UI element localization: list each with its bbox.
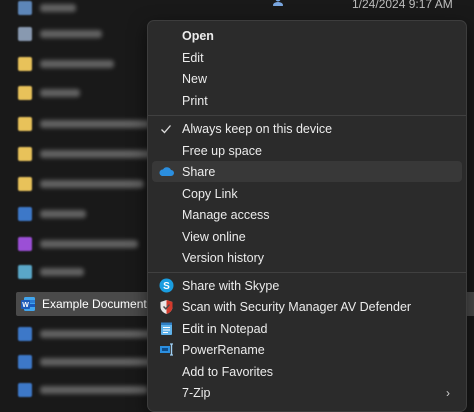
svg-text:S: S bbox=[163, 281, 170, 292]
file-icon bbox=[18, 237, 32, 251]
folder-icon bbox=[18, 86, 32, 100]
menu-item-label: Scan with Security Manager AV Defender bbox=[182, 299, 412, 314]
blurred-file-name bbox=[40, 60, 114, 68]
menu-item-powerrename[interactable]: PowerRename bbox=[152, 339, 462, 360]
person-icon bbox=[273, 0, 283, 6]
file-row[interactable] bbox=[18, 56, 114, 72]
menu-item-scan-av-defender[interactable]: Scan with Security Manager AV Defender bbox=[152, 296, 462, 317]
menu-item-label: New bbox=[182, 71, 208, 86]
file-row[interactable] bbox=[18, 146, 152, 162]
menu-item-label: Share with Skype bbox=[182, 278, 280, 293]
menu-item-label: View online bbox=[182, 229, 246, 244]
file-icon bbox=[18, 383, 32, 397]
menu-item-label: Print bbox=[182, 93, 208, 108]
folder-icon bbox=[18, 147, 32, 161]
folder-icon bbox=[18, 57, 32, 71]
blurred-file-name bbox=[40, 4, 76, 12]
file-row[interactable] bbox=[18, 264, 84, 280]
menu-item-label: Copy Link bbox=[182, 186, 238, 201]
chevron-right-icon: › bbox=[446, 385, 450, 400]
menu-item-print[interactable]: Print bbox=[152, 90, 462, 111]
blurred-file-name bbox=[40, 358, 152, 366]
blurred-file-name bbox=[40, 240, 138, 248]
blurred-file-name bbox=[40, 330, 156, 338]
skype-icon: S bbox=[158, 278, 174, 294]
notepad-icon bbox=[158, 321, 174, 337]
menu-item-label: Version history bbox=[182, 250, 264, 265]
selected-file-name: Example Document bbox=[42, 297, 147, 311]
file-row[interactable] bbox=[18, 236, 138, 252]
file-row[interactable] bbox=[18, 354, 152, 370]
menu-item-new[interactable]: New bbox=[152, 68, 462, 89]
menu-item-always-keep[interactable]: Always keep on this device bbox=[152, 118, 462, 139]
menu-item-label: PowerRename bbox=[182, 342, 265, 357]
file-icon bbox=[18, 27, 32, 41]
svg-text:W: W bbox=[22, 302, 29, 309]
menu-separator bbox=[148, 272, 466, 273]
file-row[interactable] bbox=[18, 116, 150, 132]
blurred-file-name bbox=[40, 30, 102, 38]
menu-item-share-with-skype[interactable]: S Share with Skype bbox=[152, 275, 462, 296]
menu-item-label: Edit bbox=[182, 50, 204, 65]
menu-item-label: Always keep on this device bbox=[182, 121, 333, 136]
file-row[interactable] bbox=[18, 26, 102, 42]
menu-item-view-online[interactable]: View online bbox=[152, 226, 462, 247]
folder-icon bbox=[18, 177, 32, 191]
file-icon bbox=[18, 1, 32, 15]
folder-icon bbox=[18, 117, 32, 131]
menu-item-edit-in-notepad[interactable]: Edit in Notepad bbox=[152, 318, 462, 339]
file-row[interactable] bbox=[18, 206, 86, 222]
menu-item-add-to-favorites[interactable]: Add to Favorites bbox=[152, 361, 462, 382]
file-row[interactable] bbox=[18, 0, 76, 16]
blurred-file-name bbox=[40, 150, 152, 158]
word-document-icon: W bbox=[21, 297, 35, 311]
onedrive-cloud-icon bbox=[158, 164, 174, 180]
menu-item-label: Edit in Notepad bbox=[182, 321, 268, 336]
menu-item-label: 7-Zip bbox=[182, 385, 211, 400]
menu-item-label: Free up space bbox=[182, 143, 262, 158]
checkmark-icon bbox=[158, 121, 174, 137]
menu-item-label: Share bbox=[182, 164, 216, 179]
blurred-file-name bbox=[40, 268, 84, 276]
menu-item-7zip[interactable]: 7-Zip › bbox=[152, 382, 462, 403]
menu-item-copy-link[interactable]: Copy Link bbox=[152, 183, 462, 204]
blurred-file-name bbox=[40, 120, 150, 128]
menu-item-free-up-space[interactable]: Free up space bbox=[152, 140, 462, 161]
menu-item-label: Manage access bbox=[182, 207, 270, 222]
menu-item-edit[interactable]: Edit bbox=[152, 47, 462, 68]
powerrename-icon bbox=[158, 342, 174, 358]
file-row[interactable] bbox=[18, 326, 156, 342]
context-menu: Open Edit New Print Always keep on this … bbox=[147, 20, 467, 412]
shield-icon bbox=[158, 299, 174, 315]
file-icon bbox=[18, 207, 32, 221]
file-row[interactable] bbox=[18, 85, 80, 101]
blurred-file-name bbox=[40, 386, 148, 394]
blurred-file-name bbox=[40, 210, 86, 218]
file-icon bbox=[18, 355, 32, 369]
menu-item-share[interactable]: Share bbox=[152, 161, 462, 182]
menu-item-label: Add to Favorites bbox=[182, 364, 274, 379]
blurred-file-name bbox=[40, 89, 80, 97]
file-row[interactable] bbox=[18, 382, 148, 398]
menu-item-manage-access[interactable]: Manage access bbox=[152, 204, 462, 225]
file-row[interactable] bbox=[18, 176, 144, 192]
menu-separator bbox=[148, 115, 466, 116]
menu-item-version-history[interactable]: Version history bbox=[152, 247, 462, 268]
modified-date: 1/24/2024 9:17 AM bbox=[352, 0, 453, 11]
file-icon bbox=[18, 327, 32, 341]
menu-item-open[interactable]: Open bbox=[152, 25, 462, 46]
blurred-file-name bbox=[40, 180, 144, 188]
file-icon bbox=[18, 265, 32, 279]
menu-item-label: Open bbox=[182, 28, 214, 43]
